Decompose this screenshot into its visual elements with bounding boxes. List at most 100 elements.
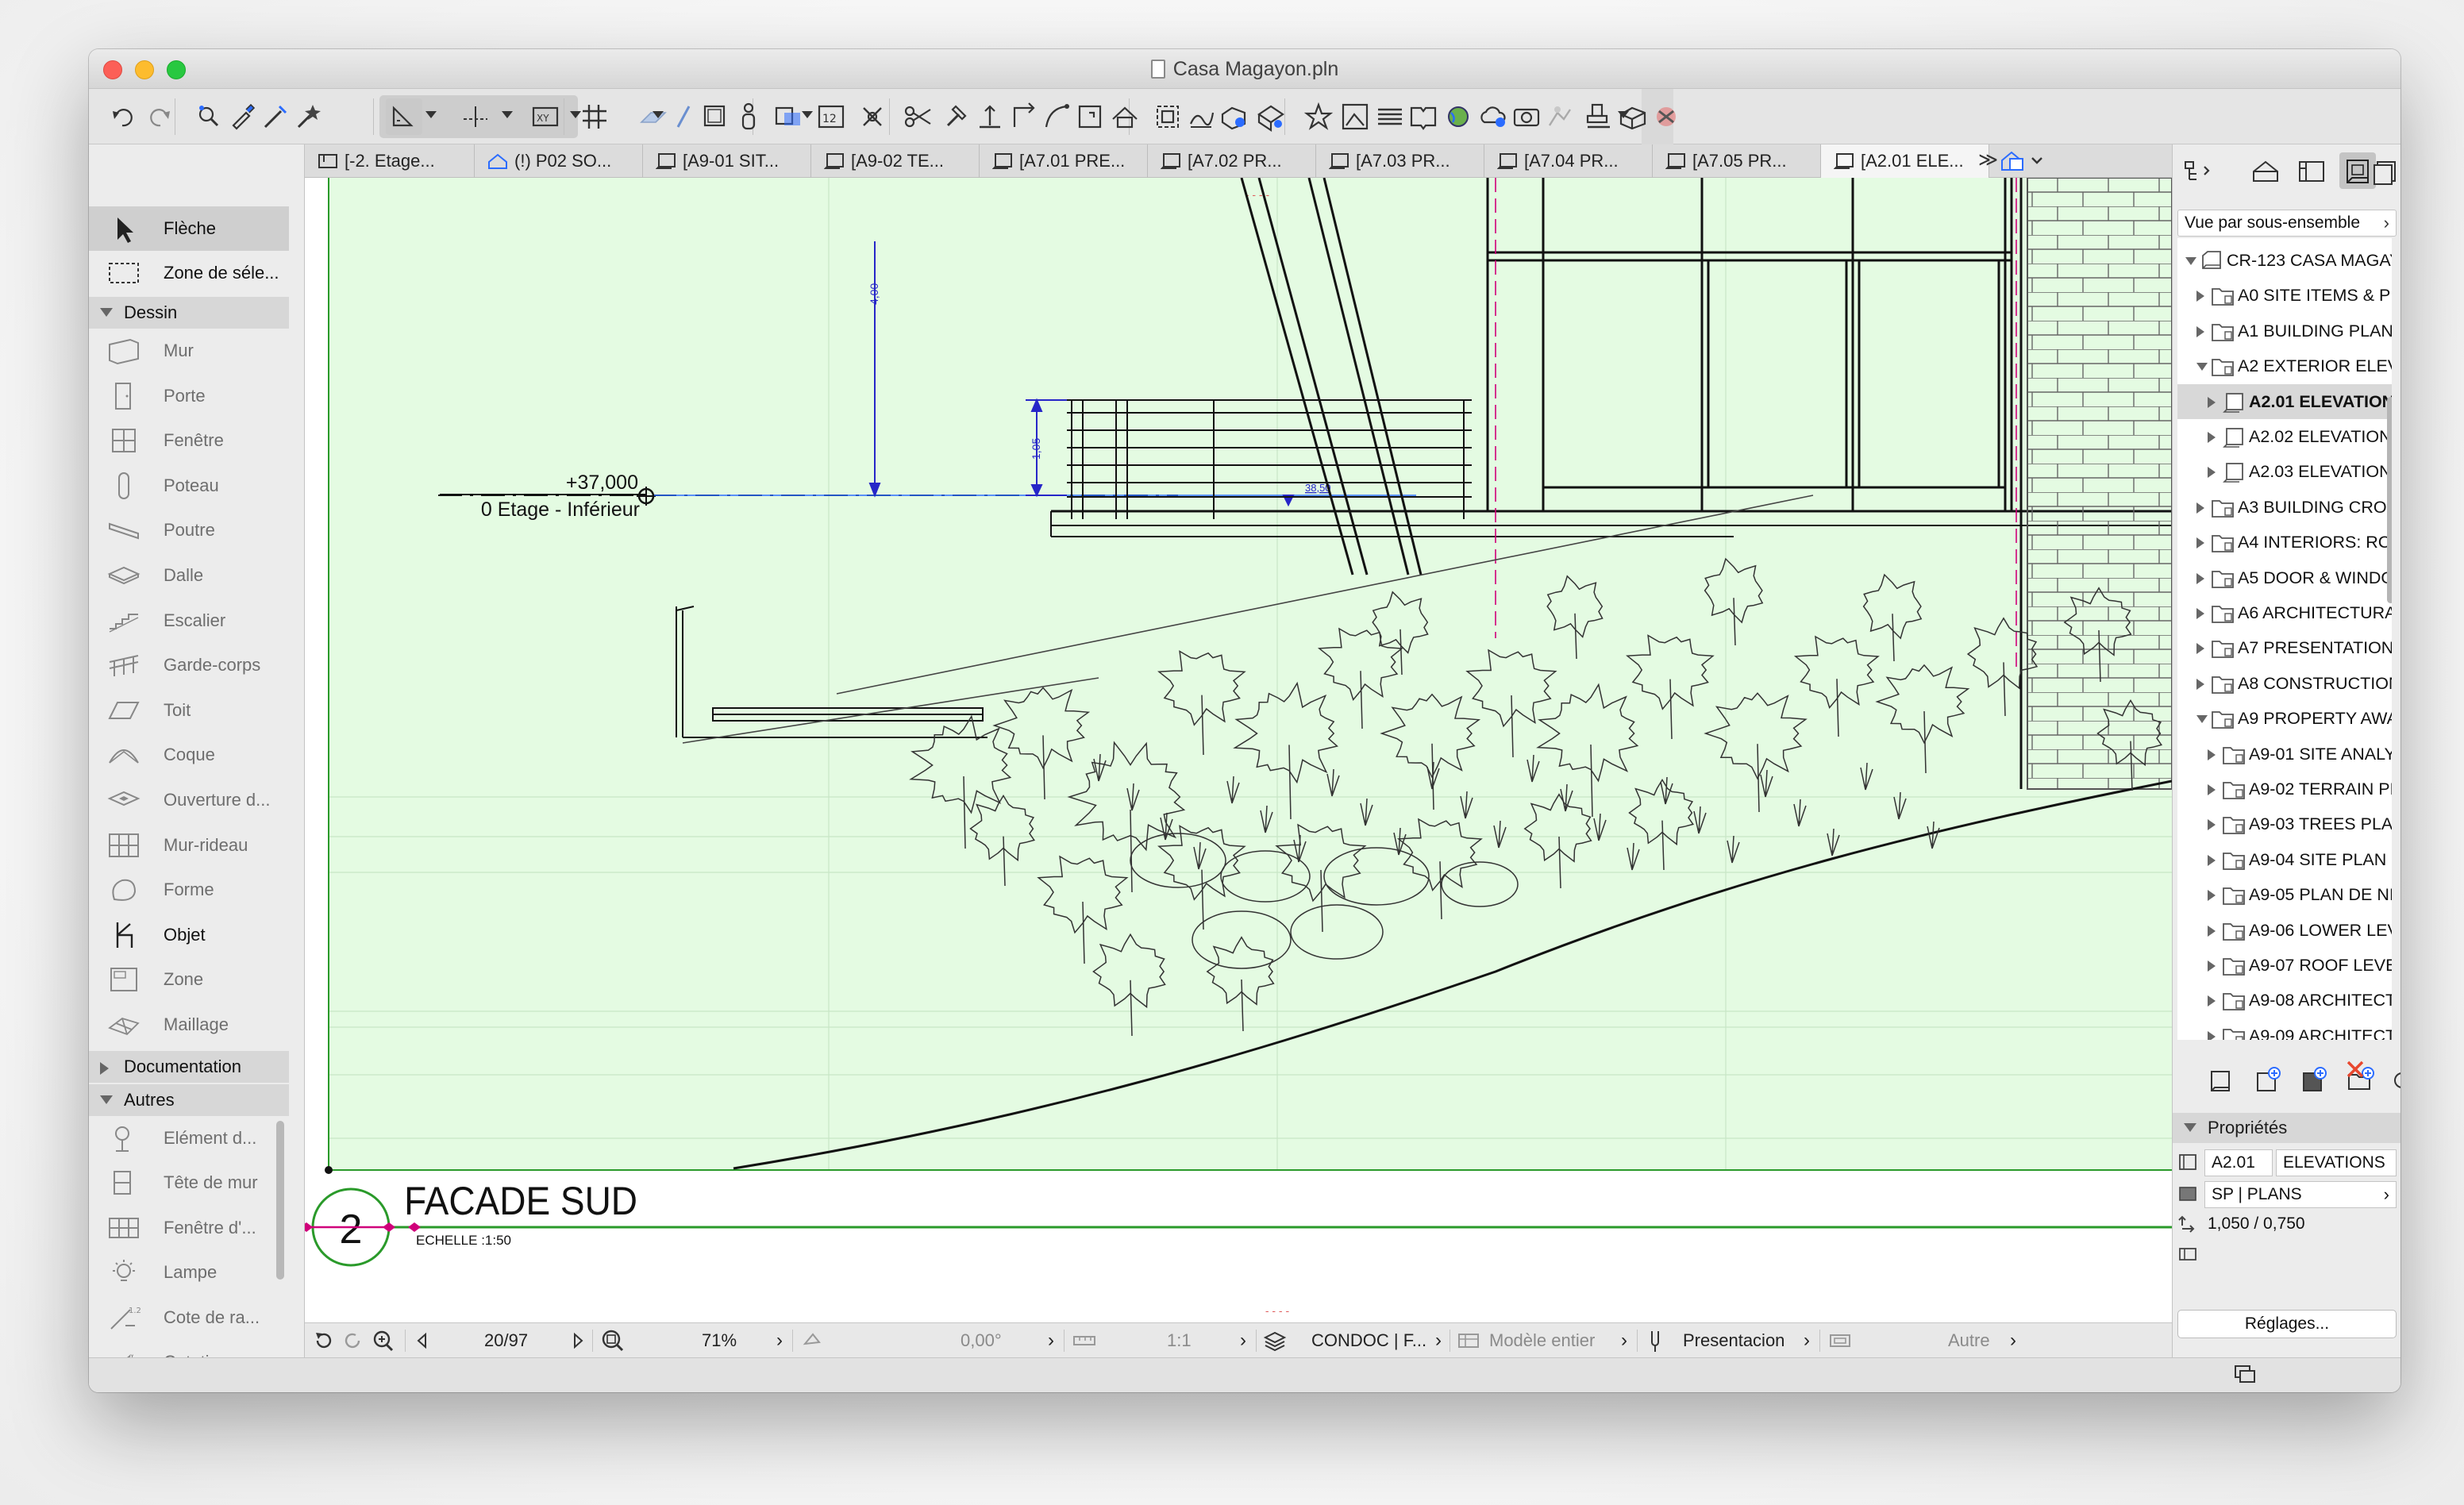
- properties-header[interactable]: Propriétés: [2173, 1113, 2400, 1143]
- layout-tool-button[interactable]: [1337, 98, 1373, 135]
- previous-page-button[interactable]: [414, 1323, 430, 1358]
- render-tool-button[interactable]: [1542, 98, 1578, 135]
- expand-right-icon[interactable]: [2196, 608, 2204, 619]
- expand-right-icon[interactable]: [2208, 925, 2216, 937]
- cloud-tool-button[interactable]: [1475, 98, 1511, 135]
- view-type-icon[interactable]: [1999, 149, 2046, 173]
- expand-right-icon[interactable]: [2196, 643, 2204, 655]
- find-select-tool-button[interactable]: [191, 98, 227, 135]
- tool-shell[interactable]: Coque: [89, 733, 289, 777]
- page-number[interactable]: 20/97: [484, 1323, 528, 1358]
- tab-7[interactable]: [A7.03 PR...: [1316, 144, 1484, 178]
- tab-10[interactable]: [A2.01 ELE...: [1821, 144, 1989, 178]
- scale-chevron-icon[interactable]: ›: [1240, 1323, 1246, 1358]
- ruler-tool-button[interactable]: [386, 98, 422, 135]
- new-master-icon[interactable]: [2297, 1062, 2333, 1099]
- undo-tool-button[interactable]: [105, 98, 141, 135]
- new-layout-icon[interactable]: [2203, 1062, 2239, 1099]
- rotate-view-icon[interactable]: [800, 1323, 824, 1358]
- tree-item[interactable]: A9-09 ARCHITECTUR: [2177, 1018, 2392, 1040]
- roof-tool-button[interactable]: [1107, 98, 1143, 135]
- expand-down-icon[interactable]: [2196, 363, 2208, 371]
- expand-right-icon[interactable]: [2208, 467, 2216, 479]
- book-tool-button[interactable]: [1405, 98, 1442, 135]
- tree-item[interactable]: A9-08 ARCHITECTUR: [2177, 983, 2392, 1018]
- tool-curtain-wall[interactable]: Mur-rideau: [89, 823, 289, 868]
- expand-right-icon[interactable]: [2208, 749, 2216, 760]
- angle-chevron-icon[interactable]: ›: [1048, 1323, 1054, 1358]
- expand-right-icon[interactable]: [2208, 432, 2216, 443]
- expand-right-icon[interactable]: [2208, 890, 2216, 902]
- tree-item[interactable]: A9-06 LOWER LEVEL: [2177, 913, 2392, 948]
- tool-roof[interactable]: Toit: [89, 688, 289, 733]
- zoom-chevron-icon[interactable]: ›: [776, 1323, 783, 1358]
- star-tool-button[interactable]: [1300, 98, 1337, 135]
- corner-tool-button[interactable]: [1005, 98, 1041, 135]
- tree-item[interactable]: A9-05 PLAN DE NIVE: [2177, 877, 2392, 912]
- tree-vertical-scrollbar[interactable]: [2387, 397, 2392, 603]
- tree-item[interactable]: A9-04 SITE PLAN: [2177, 842, 2392, 877]
- layout-id-field[interactable]: A2.01: [2204, 1149, 2273, 1176]
- tree-item[interactable]: A9-03 TREES PLAN: [2177, 806, 2392, 841]
- tool-morph[interactable]: Forme: [89, 868, 289, 912]
- person-tool-button[interactable]: [730, 98, 767, 135]
- tree-item[interactable]: A2.01 ELEVATIONS: [2177, 383, 2392, 419]
- group-tool-button[interactable]: [1149, 98, 1186, 135]
- update-icon[interactable]: [2384, 1062, 2400, 1099]
- drawing-canvas[interactable]: 4,00 1,05 38,50 +37,000 0 Etage - Inféri…: [305, 178, 2172, 1322]
- dropdown-caret-icon[interactable]: [653, 111, 664, 118]
- view-map-icon[interactable]: [2293, 152, 2330, 189]
- tree-item[interactable]: A3 BUILDING CROSS &: [2177, 490, 2392, 525]
- expand-right-icon[interactable]: [2196, 325, 2204, 337]
- view-angle[interactable]: 0,00°: [961, 1323, 1002, 1358]
- tabs-overflow-button[interactable]: ≫: [1978, 144, 1998, 178]
- coordinates-tool-button[interactable]: XY: [527, 98, 564, 135]
- dropdown-caret-icon[interactable]: [1618, 111, 1629, 118]
- tool-chair[interactable]: Objet: [89, 913, 289, 957]
- tree-item[interactable]: A9-01 SITE ANALYSIS: [2177, 737, 2392, 772]
- project-map-icon[interactable]: [2247, 152, 2284, 189]
- model-view-icon[interactable]: [1456, 1323, 1481, 1358]
- tree-item[interactable]: A9-02 TERRAIN PLAN: [2177, 772, 2392, 806]
- properties-pen-set-select[interactable]: SP | PLANS ›: [2204, 1181, 2397, 1208]
- tool-beam[interactable]: Poutre: [89, 508, 289, 552]
- tool-element[interactable]: Elément d...: [89, 1116, 289, 1161]
- expand-down-icon[interactable]: [2196, 715, 2208, 724]
- tool-wall-end[interactable]: Tête de mur: [89, 1161, 289, 1205]
- layers-tool-button[interactable]: [1372, 98, 1408, 135]
- scale-icon[interactable]: [1072, 1323, 1097, 1358]
- magic-wand-tool-button[interactable]: [289, 98, 325, 135]
- expand-right-icon[interactable]: [2208, 784, 2216, 795]
- toolbox-section-documentation_header[interactable]: Documentation: [89, 1051, 289, 1083]
- tab-9[interactable]: [A7.05 PR...: [1653, 144, 1821, 178]
- expand-right-icon[interactable]: [2196, 572, 2204, 584]
- layer-combination[interactable]: CONDOC | F...: [1311, 1323, 1426, 1358]
- box-tool-button[interactable]: [1216, 98, 1253, 135]
- tree-item[interactable]: A9 PROPERTY AWARDS: [2177, 701, 2392, 736]
- expand-right-icon[interactable]: [2196, 537, 2204, 549]
- layout-name-field[interactable]: ELEVATIONS: [2276, 1149, 2397, 1176]
- stamp-tool-button[interactable]: [1581, 98, 1618, 135]
- expand-right-icon[interactable]: [2196, 291, 2204, 302]
- snap-guide-tool-button[interactable]: [457, 98, 494, 135]
- tree-item[interactable]: A9-07 ROOF LEVEL F: [2177, 948, 2392, 983]
- undo-view-icon[interactable]: [311, 1323, 335, 1358]
- dimension-standard-value[interactable]: Autre: [1948, 1323, 1990, 1358]
- toolbox-section-autres_header[interactable]: Autres: [89, 1084, 289, 1116]
- drawing-scale-value[interactable]: 1:1: [1167, 1323, 1192, 1358]
- tool-railing[interactable]: Garde-corps: [89, 643, 289, 687]
- expand-right-icon[interactable]: [2208, 960, 2216, 972]
- cross-tool-button[interactable]: [854, 98, 891, 135]
- new-subset-icon[interactable]: [2250, 1062, 2287, 1099]
- tool-slab[interactable]: Dalle: [89, 553, 289, 598]
- grid-tool-button[interactable]: [576, 98, 613, 135]
- other-chevron-icon[interactable]: ›: [2010, 1323, 2016, 1358]
- expand-right-icon[interactable]: [2208, 396, 2216, 408]
- tool-stair[interactable]: Escalier: [89, 599, 289, 643]
- toolbox-scrollbar[interactable]: [276, 1121, 284, 1280]
- tab-5[interactable]: [A7.01 PRE...: [980, 144, 1148, 178]
- tree-item[interactable]: A6 ARCHITECTURAL DE: [2177, 595, 2392, 630]
- tree-item[interactable]: A1 BUILDING PLANS: [2177, 314, 2392, 348]
- expand-right-icon[interactable]: [2196, 678, 2204, 690]
- dropdown-caret-icon[interactable]: [802, 111, 813, 118]
